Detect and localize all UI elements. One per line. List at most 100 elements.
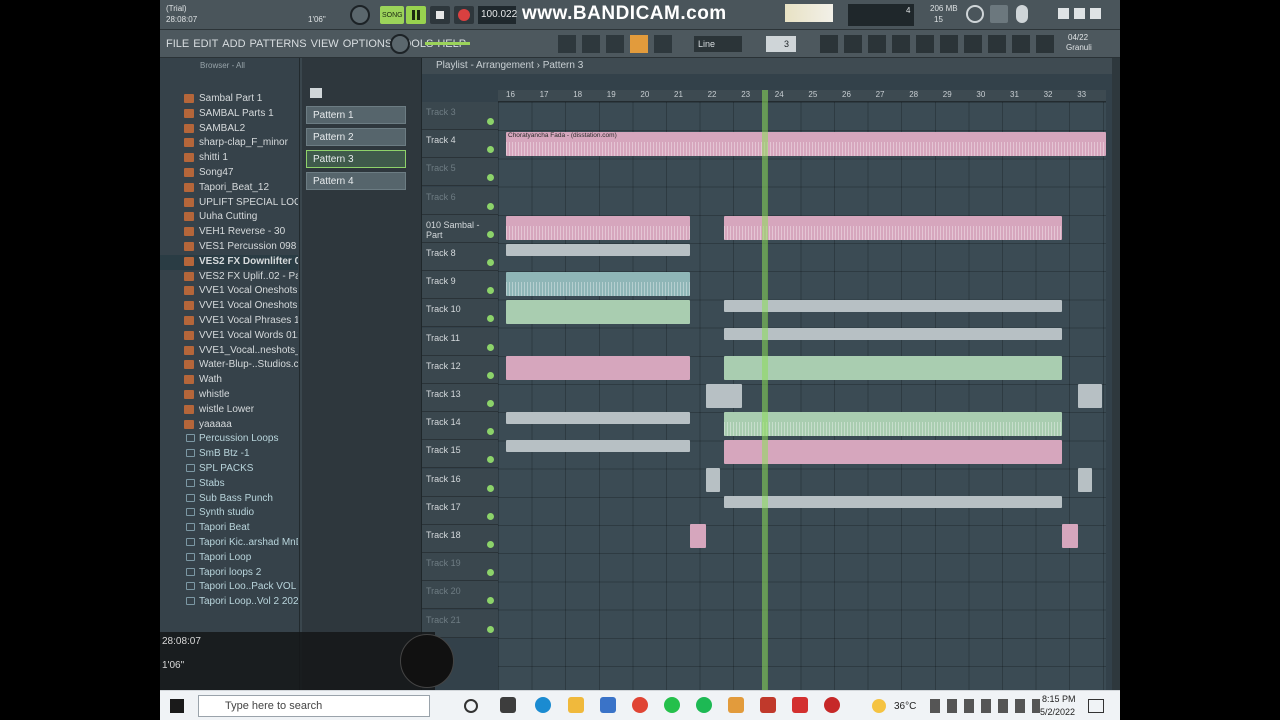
play-button[interactable] <box>406 6 426 24</box>
browser-file[interactable]: SAMBAL2 <box>160 122 298 137</box>
pattern-number[interactable]: 3 <box>766 36 796 52</box>
track-mute-led[interactable] <box>487 625 494 633</box>
browser-folder[interactable]: Tapori Loop <box>160 551 298 566</box>
browser-folder[interactable]: Tapori Kic..arshad MnD <box>160 536 298 551</box>
master-volume-slider[interactable] <box>425 42 470 45</box>
browser-file[interactable]: VVE1_Vocal..neshots_229 <box>160 344 298 359</box>
track-header[interactable]: Track 11 <box>422 327 498 356</box>
system-tray-icons[interactable] <box>930 699 1040 713</box>
browser-file[interactable]: Tapori_Beat_12 <box>160 181 298 196</box>
edge-icon[interactable] <box>535 697 551 713</box>
track-header[interactable]: Track 13 <box>422 384 498 412</box>
browser-file[interactable]: Sambal Part 1 <box>160 92 298 107</box>
refresh-icon[interactable] <box>966 5 984 23</box>
track-mute-led[interactable] <box>487 597 494 605</box>
pattern-4[interactable]: Pattern 4 <box>306 172 406 190</box>
tools-icon[interactable] <box>990 5 1008 23</box>
windows-start-icon[interactable] <box>170 699 184 713</box>
browser-file[interactable]: VES2 FX Uplif..02 - Part_1 <box>160 270 298 285</box>
tempo-display[interactable]: 100.022 <box>478 6 517 24</box>
clip-track16-b[interactable] <box>1078 468 1092 492</box>
menu-add[interactable]: ADD <box>222 38 245 50</box>
task-view-icon[interactable] <box>500 697 516 713</box>
overlay-button[interactable] <box>400 634 454 688</box>
clip-sambal-a[interactable] <box>506 216 690 240</box>
track-header[interactable]: Track 5 <box>422 158 498 187</box>
arrow-icon[interactable] <box>582 35 600 53</box>
track-mute-led[interactable] <box>487 118 494 125</box>
clip-track14-b[interactable] <box>724 412 1062 436</box>
track-mute-led[interactable] <box>487 569 494 577</box>
whatsapp-icon[interactable] <box>664 697 680 713</box>
browser-file[interactable]: VES2 FX Downlifter 02 <box>160 254 298 270</box>
clip-track11[interactable] <box>724 328 1062 340</box>
track-header[interactable]: Track 6 <box>422 186 498 215</box>
browser-folder[interactable]: Sub Bass Punch <box>160 492 298 507</box>
browser-file[interactable]: sharp-clap_F_minor <box>160 136 298 151</box>
pattern-3[interactable]: Pattern 3 <box>306 150 406 168</box>
menu-edit[interactable]: EDIT <box>193 38 218 50</box>
arrangement-grid[interactable]: Choratyancha Fada - (disstation.com) <box>498 102 1106 690</box>
file-explorer-icon[interactable] <box>568 697 584 713</box>
track-mute-led[interactable] <box>487 541 494 548</box>
track-mute-led[interactable] <box>487 512 494 520</box>
track-header[interactable]: Track 19 <box>422 553 498 582</box>
browser-file[interactable]: VEH1 Reverse - 30 <box>160 225 298 240</box>
clip-track15-b[interactable] <box>724 440 1062 464</box>
browser-folder[interactable]: Tapori Loo..Pack VOL 1 <box>160 580 298 595</box>
maximize-icon[interactable] <box>1074 8 1085 19</box>
track-header[interactable]: Track 10 <box>422 299 498 328</box>
browser-folder[interactable]: SPL PACKS <box>160 462 298 477</box>
notification-icon[interactable] <box>1088 699 1104 713</box>
browser-file[interactable]: shitti 1 <box>160 151 298 166</box>
clip-sambal-b[interactable] <box>724 216 1062 240</box>
browser-file[interactable]: Wath <box>160 373 298 388</box>
chrome-icon[interactable] <box>632 697 648 713</box>
clip-track10-b[interactable] <box>724 300 1062 312</box>
track-mute-led[interactable] <box>487 230 494 238</box>
track-mute-led[interactable] <box>487 400 494 407</box>
browser-folder[interactable]: Percussion Loops <box>160 432 298 447</box>
clip-track9[interactable] <box>506 272 690 296</box>
browser-folder[interactable]: Tapori loops 2 <box>160 566 298 581</box>
clip-track17[interactable] <box>724 496 1062 508</box>
browser-file[interactable]: wistle Lower <box>160 403 298 418</box>
minimize-icon[interactable] <box>1058 8 1069 19</box>
menu-options[interactable]: OPTIONS <box>343 38 393 50</box>
browser-file[interactable]: whistle <box>160 388 298 403</box>
track-header[interactable]: Track 20 <box>422 581 498 610</box>
close-icon[interactable] <box>1090 8 1101 19</box>
clip-track16-a[interactable] <box>706 468 720 492</box>
track-header[interactable]: Track 8 <box>422 243 498 271</box>
browser-file[interactable]: VVE1 Vocal Phrases 108 <box>160 314 298 329</box>
timeline-ruler[interactable]: 16 17 18 19 20 21 22 23 24 25 26 27 28 29 30 31 32 33 <box>498 90 1106 102</box>
taskbar-search[interactable]: Type here to search <box>198 695 430 717</box>
track-header[interactable]: Track 4 <box>422 130 498 159</box>
track-mute-led[interactable] <box>487 146 494 154</box>
track-mute-led[interactable] <box>487 371 494 379</box>
cortana-icon[interactable] <box>464 699 478 713</box>
piano-icon[interactable] <box>310 88 322 98</box>
song-mode-button[interactable]: SONG <box>380 6 404 24</box>
store-icon[interactable] <box>600 697 616 713</box>
track-mute-led[interactable] <box>487 202 494 210</box>
spotify-icon[interactable] <box>696 697 712 713</box>
browser-file[interactable]: VVE1 Vocal Words 012 (2) <box>160 329 298 344</box>
track-header[interactable]: Track 18 <box>422 525 498 553</box>
browser-file[interactable]: Song47 <box>160 166 298 181</box>
stop-button[interactable] <box>430 6 450 24</box>
track-mute-led[interactable] <box>487 343 494 351</box>
track-mute-led[interactable] <box>487 315 494 323</box>
browser-file[interactable]: VVE1 Vocal Oneshots 223 <box>160 284 298 299</box>
browser-file[interactable]: VVE1 Vocal Oneshots 239 <box>160 299 298 314</box>
menu-file[interactable]: FILE <box>166 38 189 50</box>
link-icon[interactable] <box>630 35 648 53</box>
track-mute-led[interactable] <box>487 456 494 464</box>
clip-track18-a[interactable] <box>690 524 706 548</box>
snap-select[interactable]: Line <box>694 36 742 52</box>
track-mute-led[interactable] <box>487 259 494 266</box>
track-header[interactable]: Track 3 <box>422 102 498 130</box>
browser-folder[interactable]: Stabs <box>160 477 298 492</box>
browser-file[interactable]: Water-Blup-..Studios.com <box>160 358 298 373</box>
browser-folder[interactable]: Tapori Beat <box>160 521 298 536</box>
